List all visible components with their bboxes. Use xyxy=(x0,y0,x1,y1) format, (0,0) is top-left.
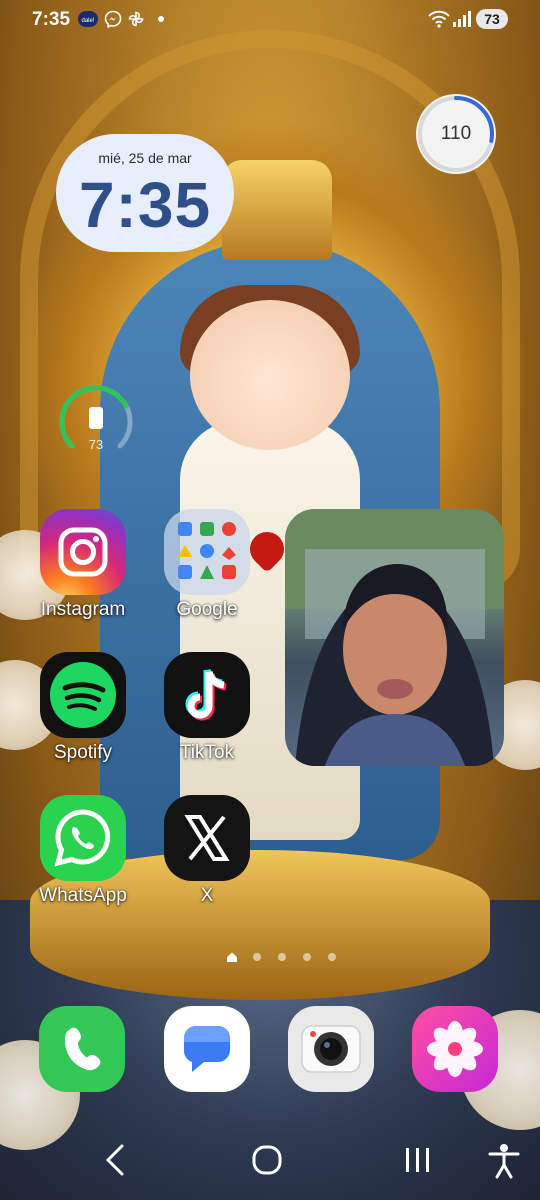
messages-icon xyxy=(164,1006,250,1092)
wifi-icon xyxy=(428,10,450,28)
messenger-icon xyxy=(104,10,122,28)
x-icon xyxy=(164,795,250,881)
svg-text:dale!: dale! xyxy=(81,18,94,24)
x-app[interactable]: X xyxy=(152,795,262,907)
battery-widget-percent: 73 xyxy=(88,437,104,452)
tiktok-app[interactable]: TikTok xyxy=(152,652,262,764)
phone-app[interactable] xyxy=(27,1006,137,1092)
app-label: X xyxy=(200,885,214,906)
photo-widget[interactable] xyxy=(285,509,504,766)
clock-date: mié, 25 de mar xyxy=(98,150,192,166)
status-bar[interactable]: 7:35 dale! 73 xyxy=(0,0,540,40)
page-indicator[interactable] xyxy=(222,950,342,964)
gallery-app[interactable] xyxy=(400,1006,510,1092)
clock-widget[interactable]: mié, 25 de mar 7:35 xyxy=(56,134,234,252)
whatsapp-icon xyxy=(40,795,126,881)
navigation-bar xyxy=(0,1120,540,1200)
app-label: Instagram xyxy=(40,599,126,620)
instagram-icon xyxy=(40,509,126,595)
spotify-app[interactable]: Spotify xyxy=(28,652,138,764)
app-label: WhatsApp xyxy=(39,885,127,906)
pinwheel-icon xyxy=(128,11,144,27)
page-dot xyxy=(328,953,336,961)
page-dot xyxy=(253,953,261,961)
recents-icon[interactable] xyxy=(396,1138,440,1182)
phone-icon xyxy=(39,1006,125,1092)
battery-widget[interactable]: 73 xyxy=(58,384,134,460)
app-label: Google xyxy=(176,599,238,620)
google-folder[interactable]: Google xyxy=(152,509,262,621)
page-dot xyxy=(303,953,311,961)
steps-widget[interactable]: 110 xyxy=(414,92,498,176)
steps-count: 110 xyxy=(440,123,472,144)
app-label: Spotify xyxy=(53,742,113,763)
clock-time: 7:35 xyxy=(78,169,212,241)
instagram-app[interactable]: Instagram xyxy=(28,509,138,621)
signal-icon xyxy=(453,11,471,27)
spotify-icon xyxy=(40,652,126,738)
wallpaper-crown xyxy=(222,160,332,260)
tiktok-icon xyxy=(164,652,250,738)
home-page-icon xyxy=(227,952,237,962)
photo-image xyxy=(285,509,504,766)
gallery-icon xyxy=(412,1006,498,1092)
folder-icon xyxy=(164,509,250,595)
accessibility-icon[interactable] xyxy=(482,1138,526,1182)
dale-app-icon: dale! xyxy=(78,11,98,27)
status-time: 7:35 xyxy=(32,9,71,30)
wallpaper-face xyxy=(190,300,350,450)
notification-dot-icon xyxy=(158,16,164,22)
battery-indicator: 73 xyxy=(476,9,508,29)
back-icon[interactable] xyxy=(94,1138,138,1182)
camera-icon xyxy=(288,1006,374,1092)
camera-app[interactable] xyxy=(276,1006,386,1092)
phone-battery-icon xyxy=(89,407,103,429)
messages-app[interactable] xyxy=(152,1006,262,1092)
page-dot xyxy=(278,953,286,961)
app-label: TikTok xyxy=(179,742,235,763)
whatsapp-app[interactable]: WhatsApp xyxy=(28,795,138,907)
home-icon[interactable] xyxy=(245,1138,289,1182)
